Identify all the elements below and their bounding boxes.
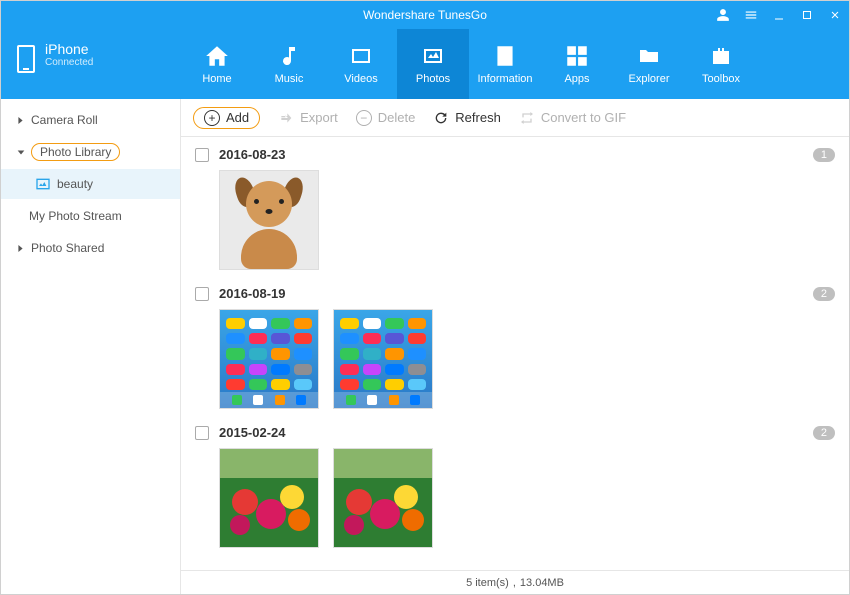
- user-icon[interactable]: [715, 7, 731, 23]
- menu-icon[interactable]: [743, 7, 759, 23]
- group-date: 2016-08-19: [219, 286, 286, 301]
- tab-label: Home: [202, 73, 231, 85]
- convert-gif-button[interactable]: Convert to GIF: [519, 110, 626, 126]
- music-icon: [274, 43, 304, 69]
- photo-thumbnail[interactable]: [219, 170, 319, 270]
- tab-label: Information: [477, 73, 532, 85]
- tab-explorer[interactable]: Explorer: [613, 29, 685, 99]
- btn-label: Export: [300, 110, 338, 125]
- home-icon: [202, 43, 232, 69]
- main: Camera Roll Photo Library beauty My Phot…: [1, 99, 849, 594]
- btn-label: Add: [226, 110, 249, 125]
- photo-thumbnail[interactable]: [219, 448, 319, 548]
- sidebar-subitem-beauty[interactable]: beauty: [1, 169, 180, 199]
- group-date: 2015-02-24: [219, 425, 286, 440]
- plus-icon: +: [204, 110, 220, 126]
- btn-label: Refresh: [455, 110, 501, 125]
- minimize-button[interactable]: [771, 7, 787, 23]
- phone-icon: [17, 45, 35, 73]
- sidebar: Camera Roll Photo Library beauty My Phot…: [1, 99, 181, 594]
- close-button[interactable]: [827, 7, 843, 23]
- explorer-icon: [634, 43, 664, 69]
- sidebar-sub-label: beauty: [57, 177, 93, 191]
- sidebar-item-photo-shared[interactable]: Photo Shared: [1, 233, 180, 263]
- export-button[interactable]: Export: [278, 110, 338, 126]
- tab-label: Photos: [416, 73, 450, 85]
- btn-label: Delete: [378, 110, 416, 125]
- group-header: 2016-08-23 1: [195, 147, 835, 162]
- titlebar: Wondershare TunesGo: [1, 1, 849, 29]
- tab-information[interactable]: Information: [469, 29, 541, 99]
- thumbs-row: [195, 448, 835, 548]
- tab-label: Music: [275, 73, 304, 85]
- device-status: Connected: [45, 57, 93, 68]
- thumbs-row: [195, 170, 835, 270]
- export-icon: [278, 110, 294, 126]
- content: + Add Export − Delete Refresh Convert to …: [181, 99, 849, 594]
- nav-tabs: Home Music Videos Photos Information App…: [181, 29, 849, 99]
- device-box[interactable]: iPhone Connected: [1, 29, 181, 99]
- delete-button[interactable]: − Delete: [356, 110, 416, 126]
- minus-icon: −: [356, 110, 372, 126]
- app-title: Wondershare TunesGo: [363, 8, 487, 22]
- photo-thumbnail[interactable]: [219, 309, 319, 409]
- status-count: 5 item(s): [466, 577, 509, 589]
- group-date: 2016-08-23: [219, 147, 286, 162]
- caret-right-icon: [17, 116, 25, 125]
- sidebar-label: Camera Roll: [31, 113, 98, 127]
- status-bar: 5 item(s), 13.04MB: [181, 570, 849, 594]
- group-count-badge: 2: [813, 287, 835, 301]
- information-icon: [490, 43, 520, 69]
- sidebar-item-camera-roll[interactable]: Camera Roll: [1, 105, 180, 135]
- photos-icon: [418, 43, 448, 69]
- tab-apps[interactable]: Apps: [541, 29, 613, 99]
- group-header: 2015-02-24 2: [195, 425, 835, 440]
- sidebar-label: Photo Shared: [31, 241, 104, 255]
- caret-right-icon: [17, 244, 25, 253]
- group-checkbox[interactable]: [195, 287, 209, 301]
- refresh-icon: [433, 110, 449, 126]
- add-button[interactable]: + Add: [193, 107, 260, 129]
- apps-icon: [562, 43, 592, 69]
- tab-videos[interactable]: Videos: [325, 29, 397, 99]
- sidebar-item-my-photo-stream[interactable]: My Photo Stream: [1, 199, 180, 233]
- caret-down-icon: [17, 149, 25, 156]
- videos-icon: [346, 43, 376, 69]
- sidebar-label: Photo Library: [31, 143, 120, 161]
- tab-label: Explorer: [629, 73, 670, 85]
- tab-music[interactable]: Music: [253, 29, 325, 99]
- status-size: 13.04MB: [520, 577, 564, 589]
- thumbs-row: [195, 309, 835, 409]
- group-count-badge: 1: [813, 148, 835, 162]
- maximize-button[interactable]: [799, 7, 815, 23]
- image-icon: [35, 177, 51, 191]
- window-controls: [715, 1, 843, 29]
- btn-label: Convert to GIF: [541, 110, 626, 125]
- photo-thumbnail[interactable]: [333, 309, 433, 409]
- tab-home[interactable]: Home: [181, 29, 253, 99]
- photo-thumbnail[interactable]: [333, 448, 433, 548]
- group-checkbox[interactable]: [195, 148, 209, 162]
- tab-label: Apps: [564, 73, 589, 85]
- convert-icon: [519, 110, 535, 126]
- group-checkbox[interactable]: [195, 426, 209, 440]
- tab-toolbox[interactable]: Toolbox: [685, 29, 757, 99]
- tab-photos[interactable]: Photos: [397, 29, 469, 99]
- top-nav: iPhone Connected Home Music Videos Photo…: [1, 29, 849, 99]
- toolbar: + Add Export − Delete Refresh Convert to …: [181, 99, 849, 137]
- sidebar-label: My Photo Stream: [29, 209, 122, 223]
- tab-label: Videos: [344, 73, 377, 85]
- toolbox-icon: [706, 43, 736, 69]
- sidebar-item-photo-library[interactable]: Photo Library: [1, 135, 180, 169]
- group-count-badge: 2: [813, 426, 835, 440]
- group-header: 2016-08-19 2: [195, 286, 835, 301]
- tab-label: Toolbox: [702, 73, 740, 85]
- refresh-button[interactable]: Refresh: [433, 110, 501, 126]
- device-name: iPhone: [45, 41, 93, 57]
- photo-scroll[interactable]: 2016-08-23 1 2016-08-19 2: [181, 137, 849, 570]
